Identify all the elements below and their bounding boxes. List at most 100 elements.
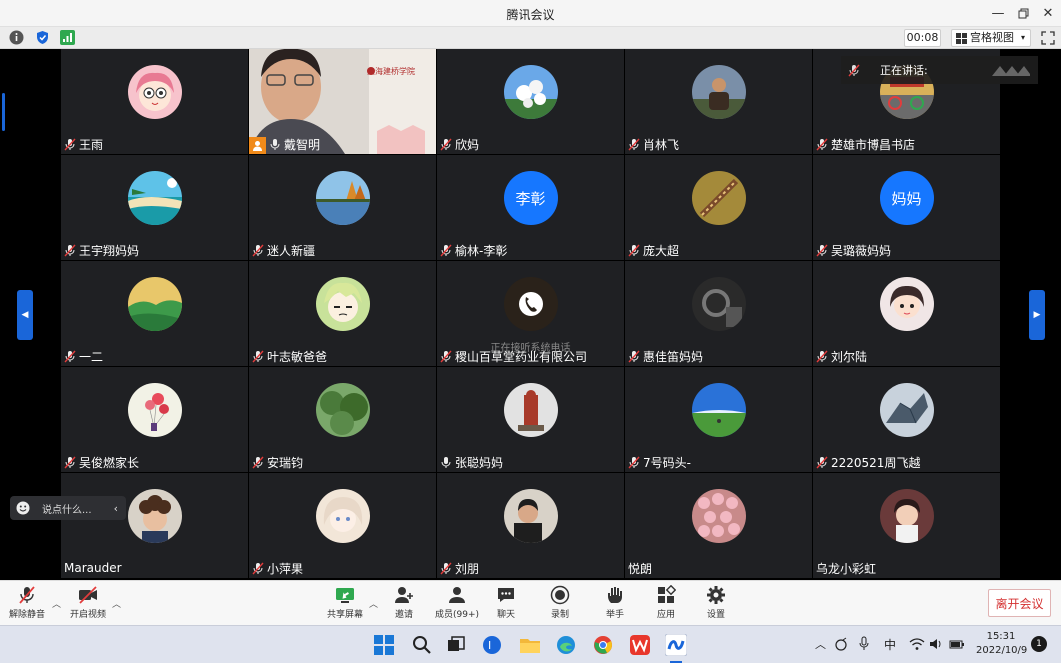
avatar [127,383,182,437]
notification-badge[interactable]: 1 [1031,636,1047,652]
participant-name: 吴璐薇妈妈 [831,243,892,258]
apps-button[interactable]: 应用 [656,585,676,620]
participant-tile[interactable]: 悦朗 [625,473,812,578]
emoji-icon[interactable] [16,501,30,515]
participant-name-tag: 王宇翔妈妈 [64,242,139,258]
participant-name-tag: 欣妈 [440,136,479,152]
participant-name: 稷山百草堂药业有限公司 [455,349,588,364]
minimize-button[interactable]: — [987,3,1009,23]
avatar [127,65,182,119]
avatar [503,277,558,331]
file-explorer-icon[interactable] [519,634,541,656]
mic-muted-icon [64,138,76,151]
avatar [503,489,558,543]
participant-tile[interactable]: 迷人新疆 [249,155,436,260]
leave-meeting-button[interactable]: 离开会议 [988,589,1051,617]
video-options-caret[interactable]: ︿ [112,597,121,610]
raise-hand-button[interactable]: 举手 [605,585,625,620]
security-shield-icon[interactable] [35,30,50,45]
mic-muted-icon [252,244,264,257]
start-video-button[interactable]: 开启视频 [70,585,106,620]
participant-tile[interactable]: 叶志敏爸爸 [249,261,436,366]
task-view-icon[interactable] [445,634,467,656]
avatar [691,65,746,119]
input-method-indicator[interactable]: 中 [884,636,896,653]
windows-start-icon[interactable] [373,634,395,656]
info-icon[interactable] [9,30,24,45]
taskbar-clock[interactable]: 15:31 2022/10/9 [976,630,1027,658]
participant-tile[interactable]: 王宇翔妈妈 [61,155,248,260]
invite-button[interactable]: 邀请 [394,585,414,620]
participant-tile[interactable]: 刘尔陆 [813,261,1000,366]
tray-cloud-icon[interactable] [834,637,848,651]
mic-muted-icon [64,456,76,469]
wps-office-icon[interactable] [629,634,651,656]
participant-tile[interactable]: 乌龙小彩虹 [813,473,1000,578]
participant-tile[interactable]: 欣妈 [437,49,624,154]
edge-browser-icon[interactable] [555,634,577,656]
members-label: 成员(99+) [435,610,480,620]
participant-tile[interactable]: 惠佳笛妈妈 [625,261,812,366]
tray-mic-icon[interactable] [858,636,870,651]
restore-button[interactable] [1012,3,1034,23]
participant-tile[interactable]: 张聪妈妈 [437,367,624,472]
chat-input-pill[interactable]: 说点什么... ‹ [10,496,126,520]
settings-label: 设置 [706,610,725,620]
share-options-caret[interactable]: ︿ [369,597,378,610]
windows-taskbar: I ︿ 中 15:31 2022/10/9 1 [0,625,1061,663]
chrome-browser-icon[interactable] [592,634,614,656]
raise-hand-label: 举手 [605,610,624,620]
network-signal-icon[interactable] [60,30,75,45]
chat-label: 聊天 [496,610,515,620]
share-screen-button[interactable]: 共享屏幕 [327,585,363,620]
participant-tile[interactable]: 上海建桥学院 戴智明 [249,49,436,154]
participant-name-tag: 刘朋 [440,560,479,576]
members-button[interactable]: 成员(99+) [435,585,479,620]
settings-button[interactable]: 设置 [706,585,726,620]
participant-tile[interactable]: 一二 [61,261,248,366]
participant-tile[interactable]: 安瑞钧 [249,367,436,472]
avatar [691,489,746,543]
view-mode-dropdown[interactable]: 宫格视图 ▾ [951,29,1031,47]
prev-page-button[interactable]: ◀ [17,290,33,340]
wifi-icon[interactable] [909,637,925,651]
participant-name: 王雨 [79,137,104,152]
participant-tile[interactable]: 妈妈 吴璐薇妈妈 [813,155,1000,260]
mic-muted-icon [252,350,264,363]
record-button[interactable]: 录制 [550,585,570,620]
meeting-toolbar: 00:08 宫格视图 ▾ [0,27,1061,49]
participant-tile[interactable]: 李彰 榆林-李彰 [437,155,624,260]
participant-tile[interactable]: 王雨 [61,49,248,154]
participant-tile[interactable]: 2220521周飞越 [813,367,1000,472]
participant-name: 小萍果 [267,561,304,576]
tencent-app-icon[interactable]: I [481,634,503,656]
volume-icon[interactable] [929,637,943,651]
participant-name-tag: 一二 [64,348,103,364]
participant-name: 张聪妈妈 [455,455,504,470]
participant-name: 吴俊燃家长 [79,455,140,470]
tencent-meeting-taskbar-icon[interactable] [665,634,687,656]
next-page-button[interactable]: ▶ [1029,290,1045,340]
audio-options-caret[interactable]: ︿ [52,597,61,610]
participant-name-tag: Marauder [64,560,122,576]
participant-tile[interactable]: Marauder [61,473,248,578]
tray-expand-icon[interactable]: ︿ [815,636,826,652]
battery-icon[interactable] [949,637,965,651]
participant-tile[interactable]: 正在接听系统电话 稷山百草堂药业有限公司 [437,261,624,366]
close-button[interactable]: ✕ [1037,3,1059,23]
search-icon[interactable] [411,634,433,656]
participant-tile[interactable]: 吴俊燃家长 [61,367,248,472]
participant-name-tag: 惠佳笛妈妈 [628,348,703,364]
fullscreen-icon[interactable] [1041,31,1055,45]
collapse-chat-icon[interactable]: ‹ [114,502,118,515]
participant-name: 刘尔陆 [831,349,868,364]
chat-button[interactable]: 聊天 [496,585,516,620]
participant-name-tag: 乌龙小彩虹 [816,560,876,576]
unmute-button[interactable]: 解除静音 [9,585,45,620]
avatar [127,489,182,543]
participant-tile[interactable]: 刘朋 [437,473,624,578]
participant-tile[interactable]: 小萍果 [249,473,436,578]
participant-tile[interactable]: 7号码头- [625,367,812,472]
participant-tile[interactable]: 庞大超 [625,155,812,260]
participant-tile[interactable]: 肖林飞 [625,49,812,154]
